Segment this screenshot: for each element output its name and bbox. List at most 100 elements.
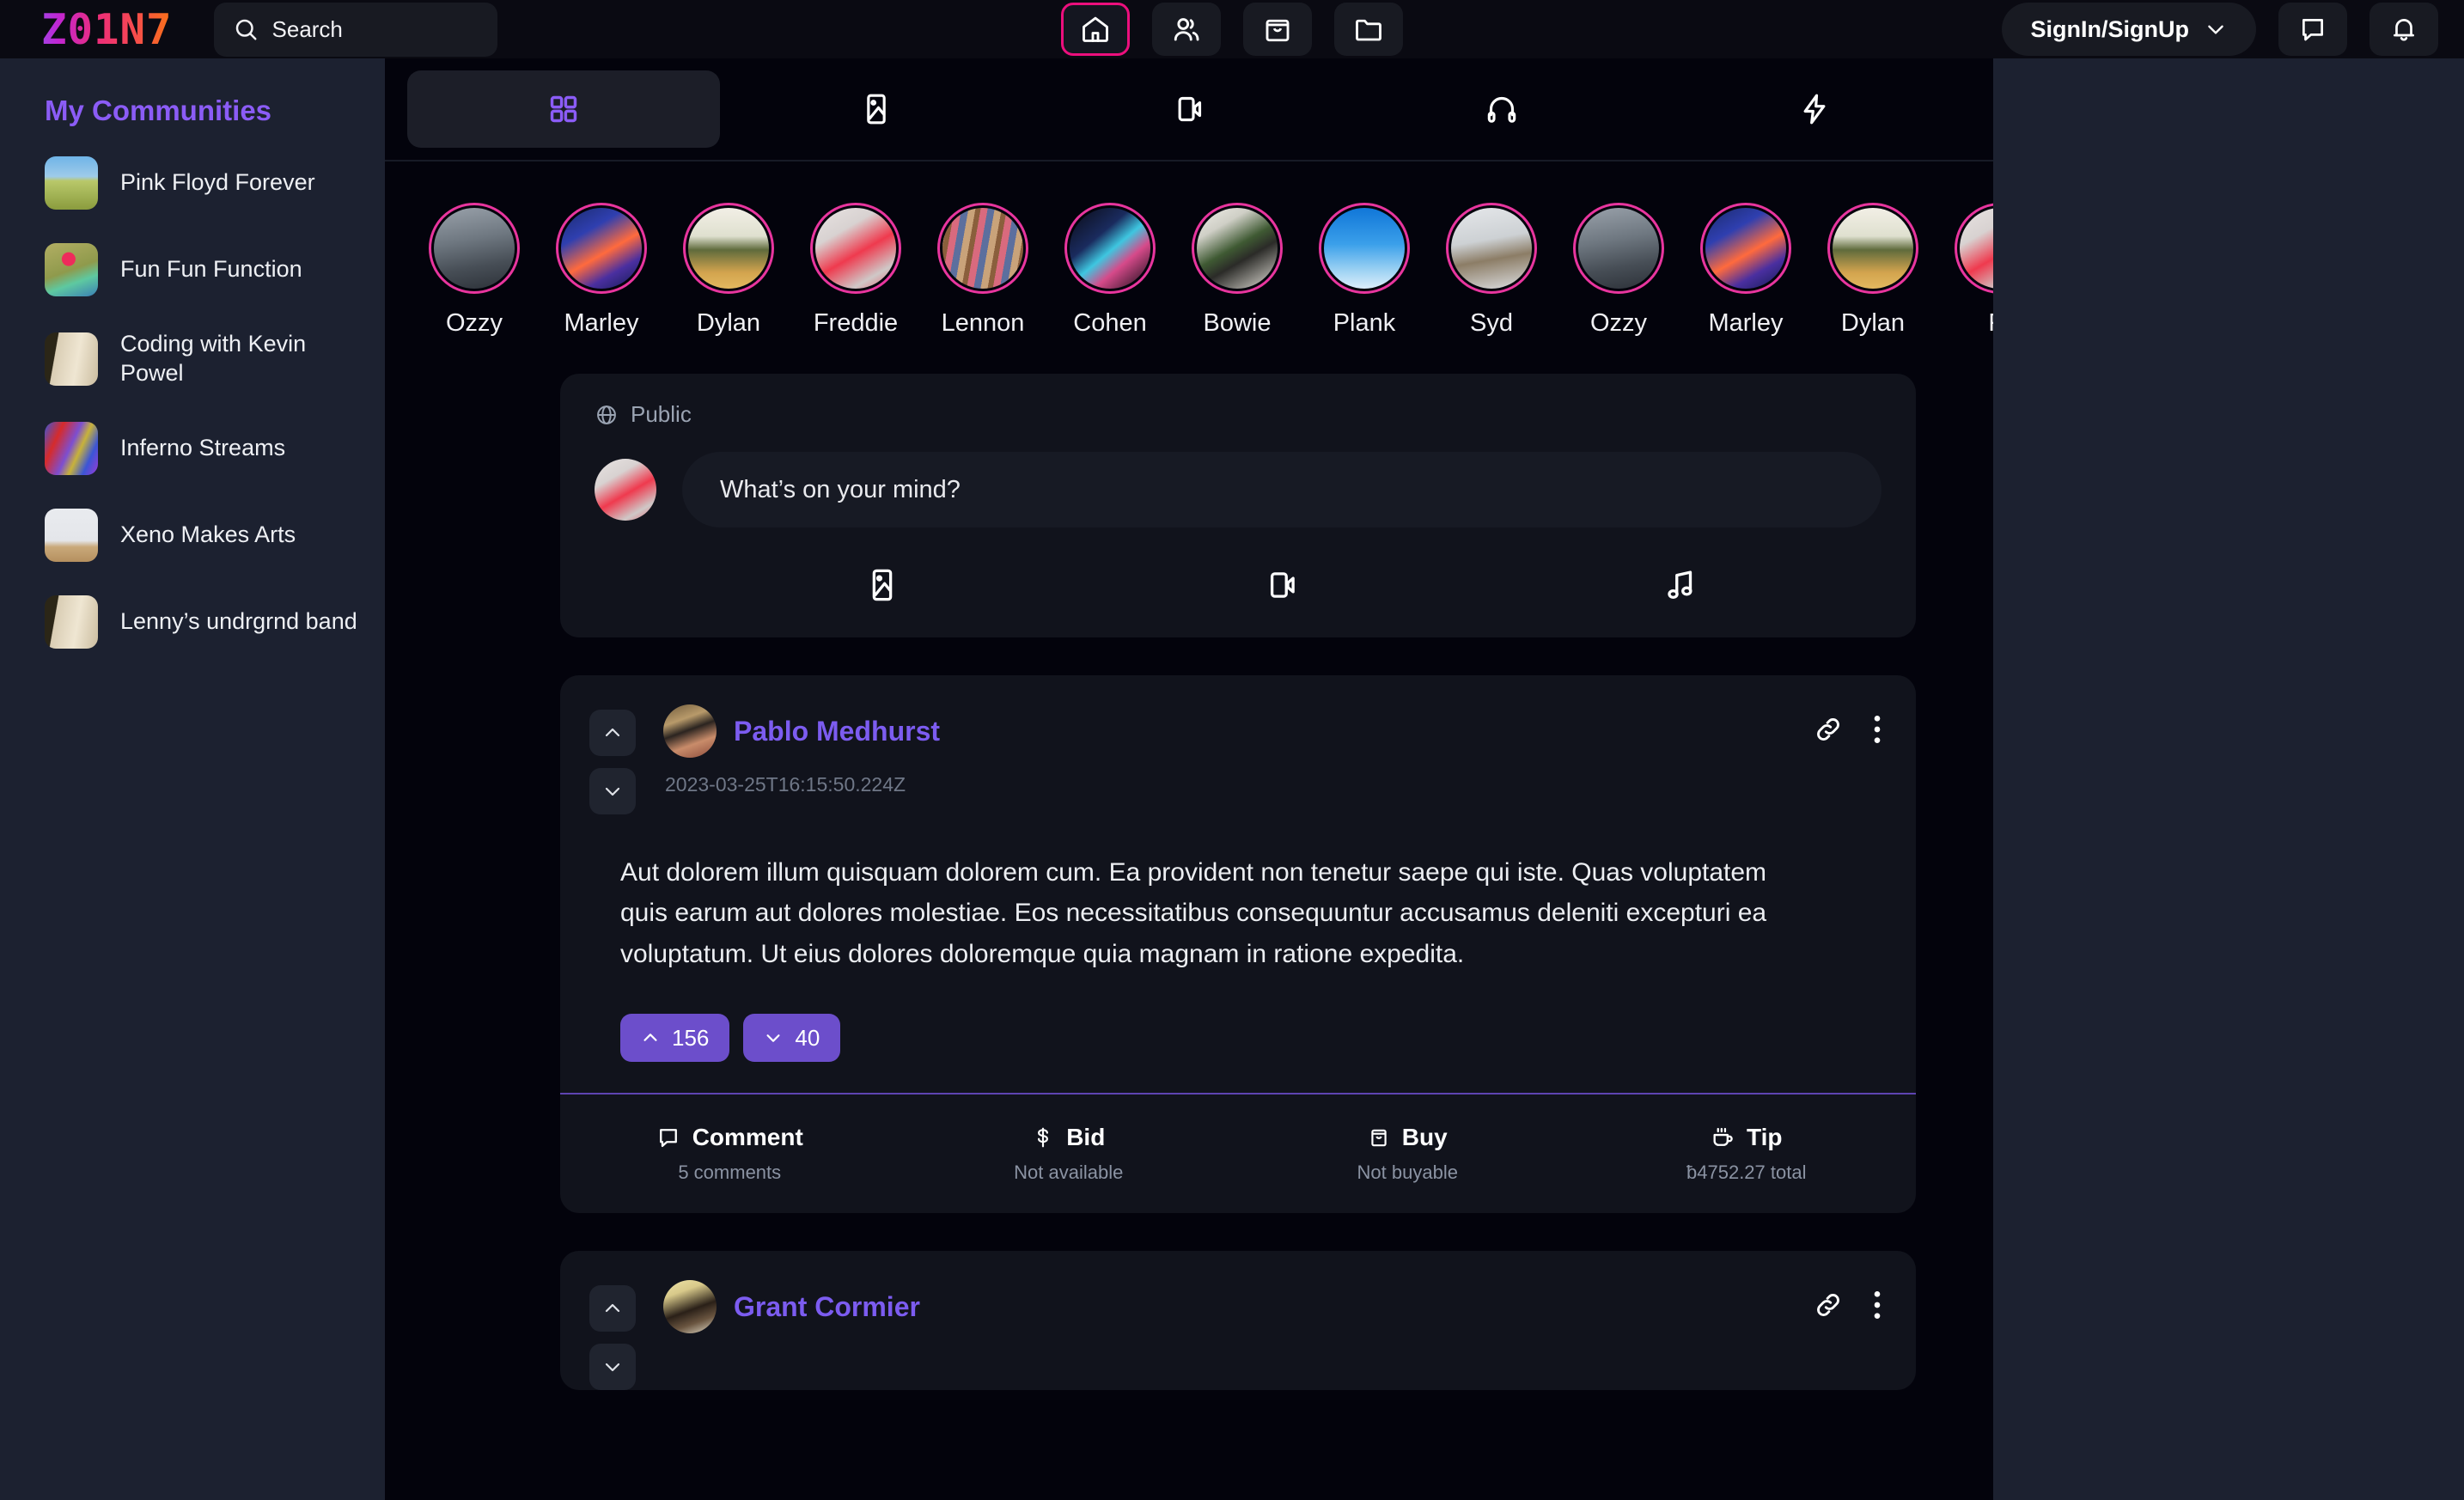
sidebar-item-coding-with-kevin-powel[interactable]: Coding with Kevin Powel xyxy=(45,330,385,388)
attach-music-button[interactable] xyxy=(1482,567,1882,603)
post-text-input[interactable]: What’s on your mind? xyxy=(682,452,1882,527)
audience-selector[interactable]: Public xyxy=(595,401,1882,428)
downvote-count-pill[interactable]: 40 xyxy=(743,1014,841,1063)
story-avatar xyxy=(1070,208,1150,289)
coffee-cup-icon xyxy=(1711,1125,1735,1149)
story-avatar xyxy=(434,208,515,289)
tab-image[interactable] xyxy=(720,70,1033,148)
comment-action[interactable]: Comment 5 comments xyxy=(560,1124,900,1184)
upvote-count-pill[interactable]: 156 xyxy=(620,1014,730,1063)
story-item[interactable]: Fr xyxy=(1936,203,1993,338)
story-item[interactable]: Dylan xyxy=(665,203,792,338)
story-ring xyxy=(1192,203,1283,294)
globe-icon xyxy=(595,403,619,427)
story-item[interactable]: Dylan xyxy=(1809,203,1936,338)
bid-action[interactable]: Bid Not available xyxy=(900,1124,1239,1184)
link-icon[interactable] xyxy=(1813,1290,1844,1320)
sidebar-item-lennys-undrgrnd-band[interactable]: Lenny’s undrgrnd band xyxy=(45,595,385,649)
post-composer: Public What’s on your mind? xyxy=(560,374,1916,637)
more-options-icon[interactable] xyxy=(1873,1289,1882,1321)
story-name: Ozzy xyxy=(445,309,503,337)
buy-action[interactable]: Buy Not buyable xyxy=(1238,1124,1577,1184)
post-author-name[interactable]: Grant Cormier xyxy=(734,1291,920,1323)
tab-audio[interactable] xyxy=(1345,70,1658,148)
story-item[interactable]: Marley xyxy=(1682,203,1809,338)
chevron-up-icon xyxy=(641,1028,660,1047)
story-item[interactable]: Ozzy xyxy=(1555,203,1682,338)
tab-live[interactable] xyxy=(1658,70,1971,148)
downvote-button[interactable] xyxy=(589,768,636,814)
bell-icon xyxy=(2389,15,2418,44)
signin-label: SignIn/SignUp xyxy=(2030,15,2189,42)
tab-video[interactable] xyxy=(1033,70,1345,148)
more-options-icon[interactable] xyxy=(1873,713,1882,746)
audience-label: Public xyxy=(631,401,692,427)
story-avatar xyxy=(942,208,1023,289)
story-avatar xyxy=(1197,208,1278,289)
post-card: Pablo Medhurst 2023-03-25T16:15:50.224Z xyxy=(560,675,1917,1214)
signin-signup-button[interactable]: SignIn/SignUp xyxy=(2001,3,2256,56)
post-meta: Grant Cormier xyxy=(653,1280,1796,1334)
search-icon xyxy=(233,16,259,42)
chevron-down-icon xyxy=(602,1357,623,1377)
notifications-button[interactable] xyxy=(2369,3,2438,56)
shopping-bag-icon xyxy=(1262,14,1293,45)
post-card: Grant Cormier xyxy=(560,1251,1916,1391)
stories-row[interactable]: Ozzy Marley Dylan Freddie Lennon Cohen B… xyxy=(385,162,1993,338)
search-input[interactable]: Search xyxy=(213,2,497,57)
header-actions: SignIn/SignUp xyxy=(2001,3,2438,56)
story-item[interactable]: Marley xyxy=(538,203,665,338)
story-item[interactable]: Bowie xyxy=(1174,203,1301,338)
story-item[interactable]: Syd xyxy=(1428,203,1555,338)
nav-folder-button[interactable] xyxy=(1334,3,1403,56)
story-name: Fr xyxy=(1936,309,1993,338)
community-thumbnail xyxy=(45,332,98,386)
nav-people-button[interactable] xyxy=(1152,3,1221,56)
video-camera-icon xyxy=(1264,567,1300,603)
downvote-count: 40 xyxy=(795,1024,820,1051)
downvote-button[interactable] xyxy=(589,1344,636,1391)
upvote-button[interactable] xyxy=(589,1285,636,1332)
avatar[interactable] xyxy=(663,1280,717,1334)
story-name: Dylan xyxy=(1840,309,1906,337)
story-item[interactable]: Cohen xyxy=(1046,203,1174,338)
story-item[interactable]: Freddie xyxy=(792,203,919,338)
app-logo[interactable]: Z01N7 xyxy=(26,5,173,54)
story-ring xyxy=(1955,203,1993,294)
nav-shop-button[interactable] xyxy=(1243,3,1312,56)
tip-label: Tip xyxy=(1747,1124,1783,1151)
tip-action[interactable]: Tip ƀ4752.27 total xyxy=(1577,1124,1917,1184)
link-icon[interactable] xyxy=(1813,714,1844,745)
feed-scroll-region[interactable]: Ozzy Marley Dylan Freddie Lennon Cohen B… xyxy=(385,162,1993,1498)
story-item[interactable]: Ozzy xyxy=(411,203,538,338)
post-author-name[interactable]: Pablo Medhurst xyxy=(734,716,940,747)
sidebar-item-fun-fun-function[interactable]: Fun Fun Function xyxy=(45,243,385,296)
story-item[interactable]: Plank xyxy=(1301,203,1428,338)
story-ring xyxy=(556,203,647,294)
attach-video-button[interactable] xyxy=(1082,567,1481,603)
post-header: Grant Cormier xyxy=(589,1280,1882,1391)
story-ring xyxy=(1319,203,1410,294)
bid-action-main: Bid xyxy=(900,1124,1239,1151)
story-item[interactable]: Lennon xyxy=(919,203,1046,338)
story-avatar xyxy=(1451,208,1532,289)
bid-sublabel: Not available xyxy=(1014,1162,1124,1184)
upvote-button[interactable] xyxy=(589,710,636,756)
attach-photo-button[interactable] xyxy=(682,567,1082,603)
folder-icon xyxy=(1353,14,1384,45)
sidebar-item-label: Fun Fun Function xyxy=(120,256,302,283)
messages-button[interactable] xyxy=(2278,3,2347,56)
story-avatar xyxy=(1324,208,1405,289)
story-name: Cohen xyxy=(1073,309,1147,337)
nav-home-button[interactable] xyxy=(1061,3,1130,56)
story-avatar xyxy=(815,208,896,289)
sidebar-item-xeno-makes-arts[interactable]: Xeno Makes Arts xyxy=(45,508,385,562)
story-ring xyxy=(429,203,520,294)
sidebar-item-inferno-streams[interactable]: Inferno Streams xyxy=(45,421,385,475)
story-avatar xyxy=(1578,208,1659,289)
sidebar-item-pink-floyd-forever[interactable]: Pink Floyd Forever xyxy=(45,156,385,210)
chevron-down-icon xyxy=(764,1028,783,1047)
avatar[interactable] xyxy=(663,704,717,758)
tab-grid[interactable] xyxy=(407,70,720,148)
community-thumbnail xyxy=(45,156,98,210)
